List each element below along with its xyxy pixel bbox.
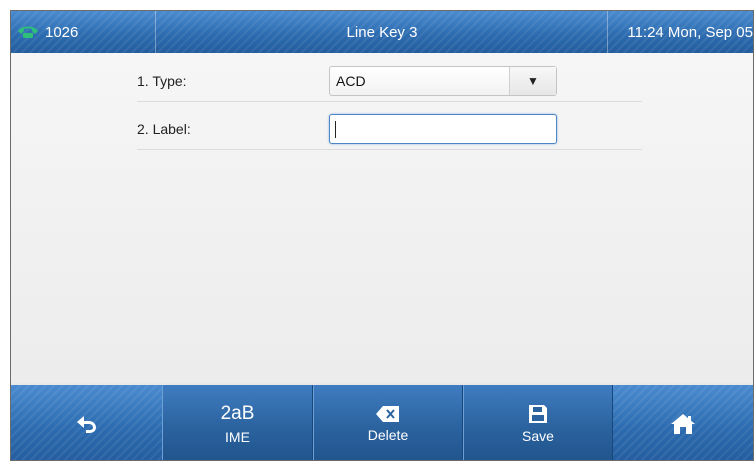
home-icon	[670, 413, 696, 435]
save-label: Save	[522, 427, 554, 444]
softkey-bar: 2aB IME Delete Save	[11, 385, 753, 460]
delete-label: Delete	[367, 426, 409, 443]
back-button[interactable]	[11, 385, 162, 460]
save-disk-icon	[528, 404, 548, 424]
backspace-icon	[375, 405, 401, 423]
phone-screen: 1026 Line Key 3 11:24 Mon, Sep 05 1. Typ…	[10, 10, 754, 461]
date-time: 11:24 Mon, Sep 05	[627, 23, 753, 41]
status-divider	[607, 11, 608, 53]
type-value: ACD	[336, 73, 366, 89]
delete-button[interactable]: Delete	[313, 385, 463, 460]
type-label: 1. Type:	[137, 73, 187, 89]
ime-mode: 2aB	[220, 402, 255, 424]
label-label: 2. Label:	[137, 121, 191, 137]
label-input[interactable]	[329, 114, 557, 144]
settings-form: 1. Type: ACD ▼ 2. Label:	[11, 53, 753, 383]
dropdown-arrow-icon[interactable]: ▼	[509, 67, 556, 95]
home-button[interactable]	[613, 385, 753, 460]
ime-label: IME	[225, 428, 250, 445]
text-cursor	[335, 121, 336, 138]
type-row: 1. Type: ACD ▼	[137, 61, 642, 102]
save-button[interactable]: Save	[463, 385, 613, 460]
back-arrow-icon	[75, 414, 99, 434]
status-bar: 1026 Line Key 3 11:24 Mon, Sep 05	[11, 11, 753, 53]
label-row: 2. Label:	[137, 109, 642, 150]
type-dropdown[interactable]: ACD ▼	[329, 66, 557, 96]
ime-button[interactable]: 2aB IME	[162, 385, 313, 460]
